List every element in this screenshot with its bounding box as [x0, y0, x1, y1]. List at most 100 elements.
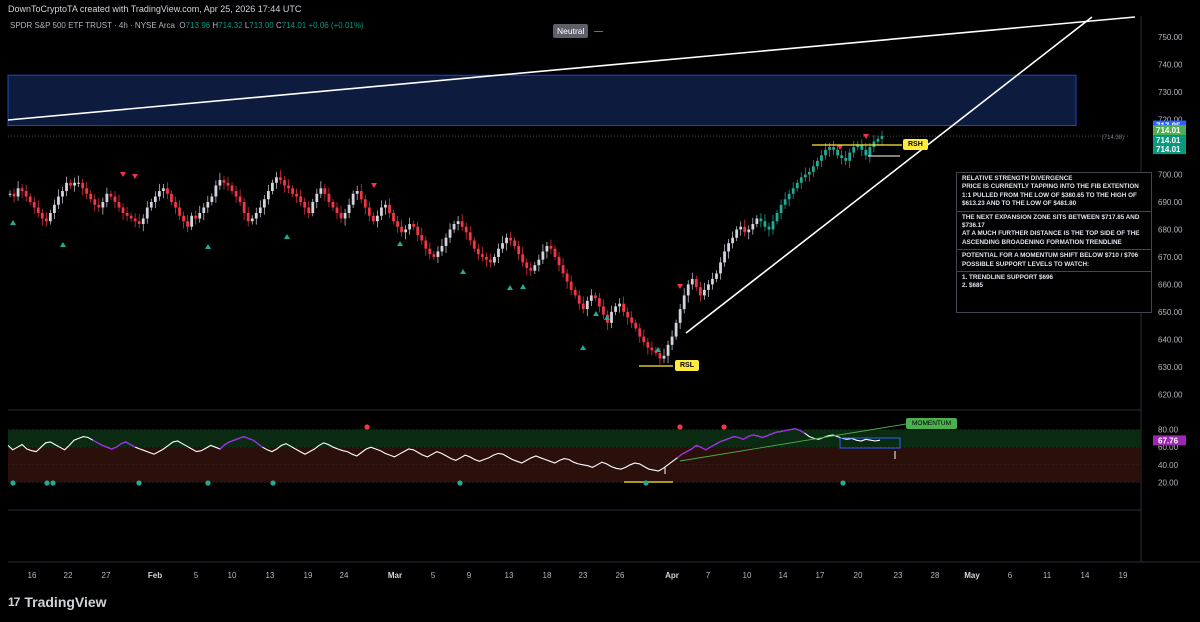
candle-body — [101, 202, 105, 208]
candle-body — [178, 207, 181, 216]
candle-body — [561, 265, 565, 274]
candle-body — [533, 265, 537, 271]
candle-body — [137, 221, 141, 224]
symbol-legend: SPDR S&P 500 ETF TRUST · 4h · NYSE Arca … — [10, 21, 364, 30]
rsl-label[interactable]: RSL — [675, 360, 699, 371]
candle-body — [452, 223, 456, 230]
candle-body — [569, 281, 573, 290]
time-tick-label: 13 — [266, 571, 275, 580]
candle-body — [214, 185, 218, 197]
time-tick-label: 27 — [102, 571, 111, 580]
price-tick-label: 730.00 — [1158, 88, 1183, 97]
candle-body — [242, 202, 246, 213]
price-tick-label: 630.00 — [1158, 363, 1183, 372]
candle-body — [489, 259, 492, 263]
time-tick-label: 24 — [340, 571, 349, 580]
tradingview-branding[interactable]: 17 TradingView — [8, 594, 107, 610]
candle-body — [210, 196, 214, 203]
low-value: 713.00 — [249, 21, 274, 30]
candle-body — [149, 202, 153, 208]
candle-body — [468, 232, 472, 241]
candle-body — [266, 191, 270, 200]
candle-body — [77, 182, 81, 184]
candle-body — [388, 204, 391, 213]
rsh-label[interactable]: RSH — [903, 139, 928, 150]
rsi-tick-label: 40.00 — [1158, 461, 1179, 470]
candle-body — [698, 287, 702, 296]
candle-body — [44, 218, 48, 222]
candle-body — [549, 245, 553, 249]
open-value: 713.96 — [185, 21, 211, 30]
note-paragraph-4: 1. TRENDLINE SUPPORT $696 2. $685 — [957, 271, 1151, 293]
candle-body — [622, 303, 626, 312]
tradingview-logo-icon: 17 — [8, 595, 20, 609]
candle-body — [573, 289, 577, 296]
time-tick-label: Mar — [388, 571, 402, 580]
price-tag-label: 714.01 — [1156, 145, 1181, 154]
candle-body — [448, 229, 452, 238]
candle-body — [719, 262, 722, 274]
candle-body — [844, 158, 848, 161]
candle-body — [743, 226, 747, 233]
candle-body — [735, 229, 739, 238]
candle-body — [787, 193, 791, 200]
neutral-badge[interactable]: Neutral — [553, 24, 589, 38]
time-tick-label: 7 — [706, 571, 711, 580]
candle-body — [557, 256, 561, 266]
candle-body — [832, 147, 835, 150]
candle-body — [820, 155, 823, 161]
candle-body — [355, 191, 359, 194]
candle-body — [658, 353, 662, 359]
buy-marker — [460, 269, 466, 274]
time-tick-label: 10 — [743, 571, 752, 580]
candle-body — [678, 309, 682, 323]
price-tick-label: 640.00 — [1158, 335, 1183, 344]
rsi-overbought-band — [8, 429, 1141, 448]
candle-body — [89, 193, 93, 200]
candle-body — [702, 289, 706, 296]
candle-body — [347, 204, 351, 213]
time-tick-label: 5 — [194, 571, 199, 580]
candle-body — [141, 218, 145, 224]
candle-body — [799, 177, 803, 183]
candle-body — [816, 160, 819, 167]
candle-body — [113, 196, 117, 203]
time-tick-label: 19 — [1119, 571, 1128, 580]
candle-body — [396, 221, 399, 227]
candle-body — [359, 191, 363, 200]
candle-body — [109, 193, 113, 197]
candle-body — [824, 149, 827, 156]
candle-body — [840, 155, 844, 159]
candle-body — [505, 237, 508, 244]
candle-body — [279, 177, 282, 181]
prev-close-label: (714.38) — [1102, 135, 1124, 141]
candle-body — [662, 355, 666, 359]
candle-body — [690, 278, 694, 285]
candle-body — [153, 196, 157, 203]
rsi-buy-dot — [44, 480, 50, 486]
candle-body — [283, 180, 286, 186]
candle-body — [287, 185, 290, 189]
candle-body — [529, 267, 533, 271]
rsi-sell-dot — [364, 424, 370, 430]
rsi-buy-dot — [50, 480, 56, 486]
candle-body — [315, 193, 319, 203]
candle-body — [497, 248, 500, 257]
candle-body — [868, 147, 872, 156]
candle-body — [218, 180, 222, 186]
candle-body — [686, 284, 690, 296]
candle-body — [222, 180, 226, 183]
expansion-zone — [7, 74, 1077, 127]
price-tick-label: 690.00 — [1158, 198, 1183, 207]
candle-body — [460, 221, 464, 227]
neutral-line-swatch — [594, 31, 603, 32]
candle-body — [400, 226, 403, 233]
candle-body — [501, 243, 504, 249]
rsi-buy-dot — [205, 480, 211, 486]
candle-body — [517, 245, 521, 255]
candle-body — [755, 218, 759, 224]
analysis-note[interactable]: RELATIVE STRENGTH DIVERGENCE PRICE IS CU… — [956, 172, 1152, 313]
momentum-label[interactable]: MOMENTUM — [906, 418, 957, 429]
candle-body — [848, 152, 852, 161]
candle-body — [206, 202, 210, 208]
